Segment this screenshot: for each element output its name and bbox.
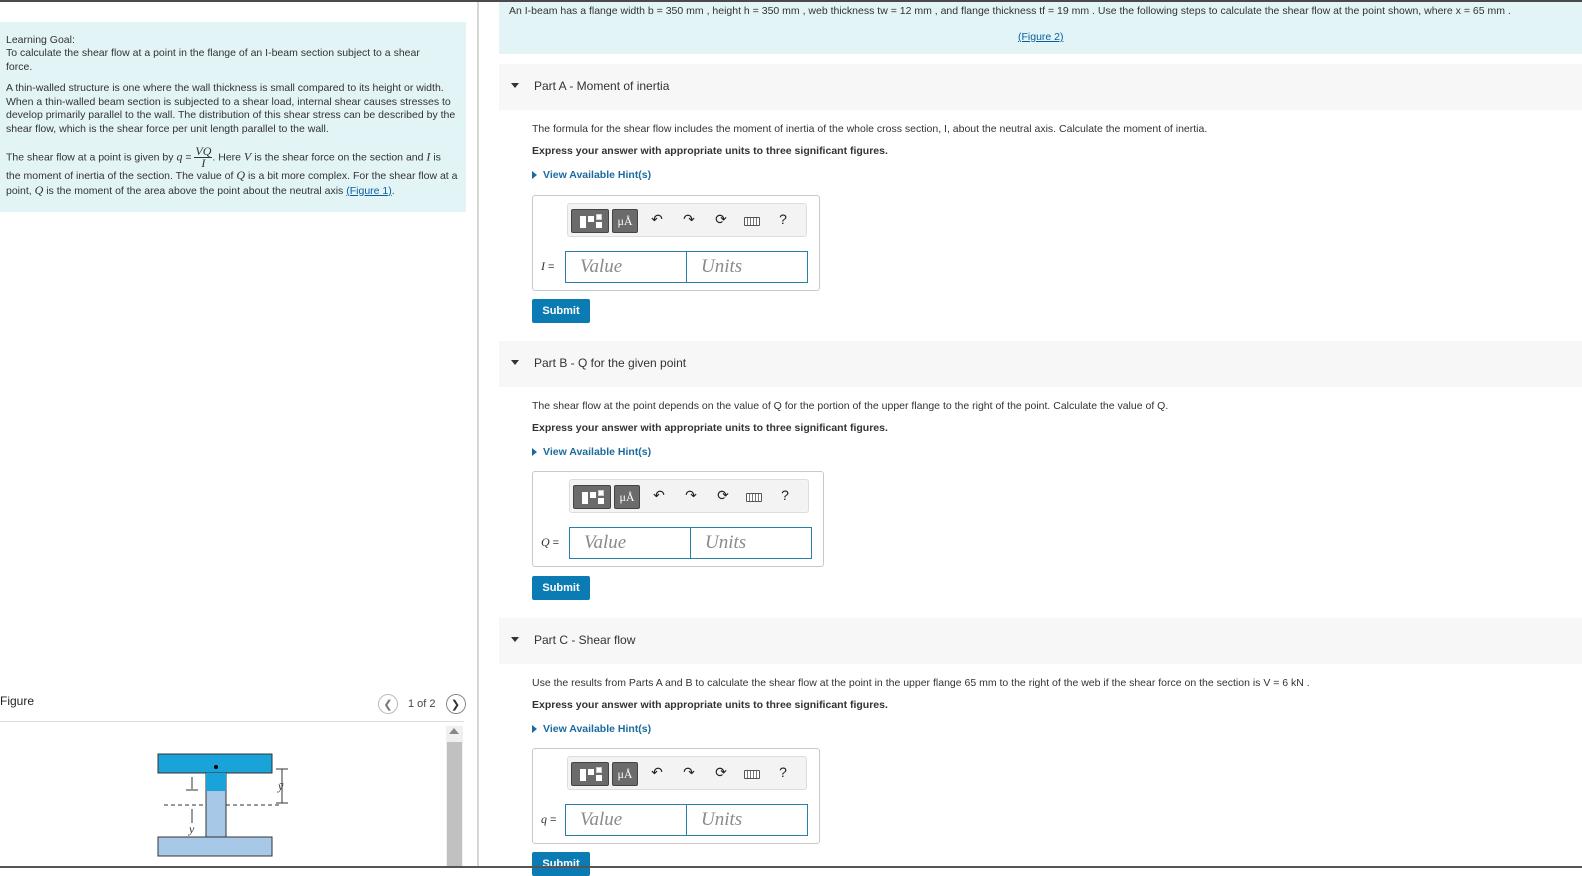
part-c-variable: q = bbox=[541, 812, 557, 826]
part-c-header[interactable]: Part C - Shear flow bbox=[499, 618, 1582, 664]
collapse-triangle-icon[interactable] bbox=[511, 360, 519, 365]
help-icon[interactable]: ? bbox=[774, 764, 792, 780]
part-a-units-input[interactable]: Units bbox=[686, 251, 808, 283]
beam-bottom-flange bbox=[157, 836, 273, 857]
figure-scrollbar[interactable] bbox=[446, 726, 463, 868]
i-beam-figure: y ȳ bbox=[157, 753, 288, 857]
part-a-title: Part A - Moment of inertia bbox=[534, 79, 670, 93]
part-c-answer-box: μÅ ↶ ↷ ⟳ ? q = Value Units bbox=[532, 748, 820, 844]
part-a-variable: I = bbox=[541, 259, 555, 273]
templates-icon[interactable] bbox=[573, 485, 611, 509]
part-b-units-input[interactable]: Units bbox=[690, 527, 812, 559]
math-toolbar: μÅ ↶ ↷ ⟳ ? bbox=[567, 756, 807, 790]
part-b-header[interactable]: Part B - Q for the given point bbox=[499, 341, 1582, 387]
caret-right-icon bbox=[532, 725, 537, 733]
part-a-hint-link[interactable]: View Available Hint(s) bbox=[532, 169, 651, 181]
reset-icon[interactable]: ⟳ bbox=[712, 211, 730, 228]
part-c-description: Use the results from Parts A and B to ca… bbox=[532, 677, 1310, 689]
chevron-right-icon[interactable]: ❯ bbox=[445, 694, 466, 714]
part-a-instruction: Express your answer with appropriate uni… bbox=[532, 145, 888, 157]
chevron-left-icon[interactable]: ❮ bbox=[378, 694, 398, 714]
part-a-header[interactable]: Part A - Moment of inertia bbox=[499, 64, 1582, 110]
collapse-triangle-icon[interactable] bbox=[511, 83, 519, 88]
part-c-value-input[interactable]: Value bbox=[565, 804, 687, 836]
figure-divider bbox=[0, 721, 464, 722]
keyboard-icon[interactable] bbox=[744, 217, 760, 226]
collapse-triangle-icon[interactable] bbox=[511, 637, 519, 642]
undo-icon[interactable]: ↶ bbox=[650, 487, 668, 504]
part-b-answer-box: μÅ ↶ ↷ ⟳ ? Q = Value Units bbox=[532, 471, 824, 567]
shear-flow-paragraph: The shear flow at a point is given by q … bbox=[6, 144, 458, 197]
part-b-variable: Q = bbox=[541, 535, 560, 549]
part-c-instruction: Express your answer with appropriate uni… bbox=[532, 699, 888, 711]
undo-icon[interactable]: ↶ bbox=[648, 764, 666, 781]
figure-2-link[interactable]: (Figure 2) bbox=[1018, 31, 1064, 43]
part-c-submit-button[interactable]: Submit bbox=[532, 852, 590, 876]
scroll-up-icon[interactable] bbox=[449, 728, 459, 734]
beam-label-ybar: ȳ bbox=[277, 779, 284, 793]
math-toolbar: μÅ ↶ ↷ ⟳ ? bbox=[569, 479, 809, 513]
beam-label-y: y bbox=[188, 822, 195, 836]
math-toolbar: μÅ ↶ ↷ ⟳ ? bbox=[567, 203, 807, 237]
learning-goal-text: To calculate the shear flow at a point i… bbox=[6, 47, 420, 73]
part-b-title: Part B - Q for the given point bbox=[534, 356, 687, 370]
units-symbol-button[interactable]: μÅ bbox=[612, 209, 638, 233]
keyboard-icon[interactable] bbox=[744, 770, 760, 779]
part-a-answer-box: μÅ ↶ ↷ ⟳ ? I = Value Units bbox=[532, 195, 820, 291]
reset-icon[interactable]: ⟳ bbox=[714, 487, 732, 504]
scrollbar-thumb[interactable] bbox=[447, 742, 462, 868]
reset-icon[interactable]: ⟳ bbox=[712, 764, 730, 781]
caret-right-icon bbox=[532, 448, 537, 456]
undo-icon[interactable]: ↶ bbox=[648, 211, 666, 228]
shear-flow-formula: VQ I bbox=[194, 144, 213, 170]
help-icon[interactable]: ? bbox=[774, 211, 792, 227]
part-c-title: Part C - Shear flow bbox=[534, 633, 636, 647]
problem-text: An I-beam has a flange width b = 350 mm … bbox=[509, 5, 1511, 17]
redo-icon[interactable]: ↷ bbox=[680, 211, 698, 228]
part-a-value-input[interactable]: Value bbox=[565, 251, 687, 283]
shear-point bbox=[214, 765, 218, 769]
templates-icon[interactable] bbox=[571, 209, 609, 233]
part-c-hint-link[interactable]: View Available Hint(s) bbox=[532, 723, 651, 735]
figure-page-count: 1 of 2 bbox=[408, 698, 436, 710]
part-b-description: The shear flow at the point depends on t… bbox=[532, 400, 1169, 412]
figure-label: Figure bbox=[0, 694, 35, 708]
left-pane: Learning Goal: To calculate the shear fl… bbox=[0, 2, 477, 868]
part-b-submit-button[interactable]: Submit bbox=[532, 576, 590, 600]
beam-top-flange bbox=[157, 753, 273, 774]
part-a-description: The formula for the shear flow includes … bbox=[532, 123, 1208, 135]
learning-goal-title: Learning Goal: bbox=[6, 34, 75, 46]
beam-web-upper bbox=[206, 773, 226, 791]
units-symbol-button[interactable]: μÅ bbox=[612, 762, 638, 786]
caret-right-icon bbox=[532, 171, 537, 179]
templates-icon[interactable] bbox=[571, 762, 609, 786]
pane-divider bbox=[477, 2, 479, 866]
figure-pager: ❮ 1 of 2 ❯ bbox=[378, 694, 466, 714]
part-a-submit-button[interactable]: Submit bbox=[532, 299, 590, 323]
part-b-hint-link[interactable]: View Available Hint(s) bbox=[532, 446, 651, 458]
thin-walled-paragraph: A thin-walled structure is one where the… bbox=[6, 82, 456, 135]
units-symbol-button[interactable]: μÅ bbox=[614, 485, 640, 509]
help-icon[interactable]: ? bbox=[776, 487, 794, 503]
figure-1-link[interactable]: (Figure 1) bbox=[346, 185, 392, 197]
redo-icon[interactable]: ↷ bbox=[680, 764, 698, 781]
part-b-value-input[interactable]: Value bbox=[569, 527, 691, 559]
keyboard-icon[interactable] bbox=[746, 493, 762, 502]
part-c-units-input[interactable]: Units bbox=[686, 804, 808, 836]
learning-goal-box: Learning Goal: To calculate the shear fl… bbox=[0, 22, 466, 212]
part-b-instruction: Express your answer with appropriate uni… bbox=[532, 422, 888, 434]
problem-statement-box: An I-beam has a flange width b = 350 mm … bbox=[499, 2, 1582, 54]
redo-icon[interactable]: ↷ bbox=[682, 487, 700, 504]
bottom-border bbox=[0, 866, 1582, 868]
